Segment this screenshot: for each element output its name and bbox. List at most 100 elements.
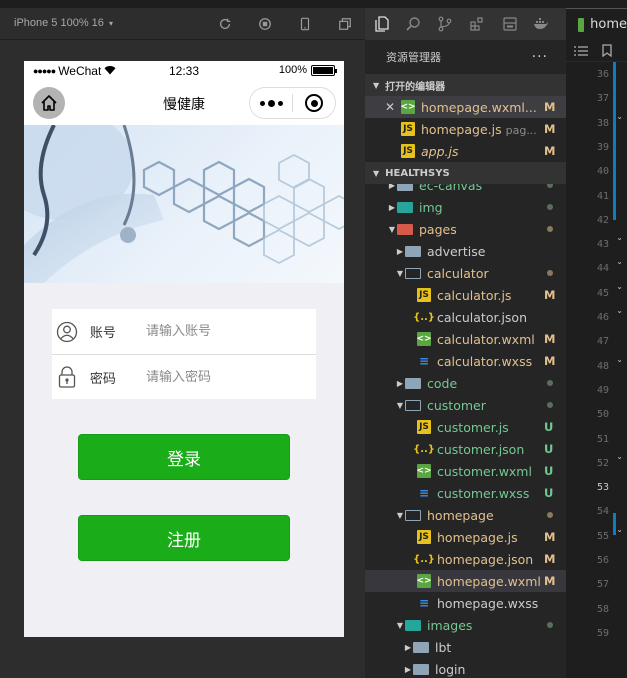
open-editor-item[interactable]: JS homepage.js pag... M [365, 118, 566, 140]
open-editor-name: homepage.wxml... [421, 99, 537, 115]
tree-file[interactable]: JS customer.js U [365, 416, 566, 438]
tree-item-name: customer [427, 397, 486, 413]
line-number: 55 [596, 530, 609, 542]
docker-icon[interactable] [533, 16, 549, 32]
tree-file[interactable]: ≡ homepage.wxss [365, 592, 566, 614]
tree-item-name: customer.wxss [437, 485, 530, 501]
tree-item-name: customer.wxml [437, 463, 532, 479]
fold-chevron-icon[interactable]: ⌄ [616, 112, 623, 121]
js-file-icon: JS [417, 420, 431, 434]
line-number: 49 [596, 384, 609, 396]
tree-file[interactable]: ≡ customer.wxss U [365, 482, 566, 504]
tree-folder[interactable]: ▼ homepage [365, 504, 566, 526]
login-button[interactable]: 登录 [78, 434, 290, 480]
outline-list-icon[interactable] [574, 45, 588, 57]
chevron-right-icon: ▶ [388, 184, 396, 190]
more-menu-button[interactable] [250, 99, 292, 107]
close-icon[interactable]: ✕ [385, 100, 401, 114]
chevron-right-icon: ▶ [388, 202, 396, 212]
json-file-icon: {..} [413, 443, 435, 455]
tree-folder[interactable]: ▶ code [365, 372, 566, 394]
line-number: 52 [596, 457, 609, 469]
extensions-icon[interactable] [469, 16, 485, 32]
fold-chevron-icon[interactable]: ⌄ [616, 282, 623, 291]
line-number: 38 [596, 117, 609, 129]
tree-file[interactable]: ≡ calculator.wxss M [365, 350, 566, 372]
explorer-header: 资源管理器 ··· [365, 40, 566, 74]
pages-folder-icon [397, 223, 413, 235]
phone-icon[interactable] [297, 16, 313, 32]
tree-item-name: img [419, 199, 443, 215]
tree-folder[interactable]: ▼ images [365, 614, 566, 636]
status-bar: ●●●●● WeChat 12:33 100% [24, 61, 344, 81]
tree-file[interactable]: {..} calculator.json [365, 306, 566, 328]
tree-folder[interactable]: ▶ login [365, 658, 566, 678]
status-dot [544, 380, 566, 386]
password-input[interactable] [146, 369, 316, 385]
fold-chevron-icon[interactable]: ⌄ [616, 257, 623, 266]
account-label: 账号 [89, 326, 116, 341]
git-status-badge: U [544, 486, 554, 500]
chevron-down-icon: ▼ [396, 510, 404, 520]
search-icon[interactable] [405, 16, 421, 32]
line-number: 37 [596, 93, 609, 105]
git-status-badge: U [544, 464, 554, 478]
tree-item-name: pages [419, 221, 457, 237]
line-number: 48 [596, 360, 609, 372]
tree-file[interactable]: JS homepage.js M [365, 526, 566, 548]
open-editors-section[interactable]: ▼ 打开的编辑器 [365, 74, 566, 96]
detach-window-icon[interactable] [337, 16, 353, 32]
fold-chevron-icon[interactable]: ⌄ [616, 355, 623, 364]
tree-item-name: homepage.js [437, 529, 518, 545]
wxss-file-icon: ≡ [418, 596, 430, 610]
tree-file[interactable]: <> customer.wxml U [365, 460, 566, 482]
line-number: 42 [596, 214, 609, 226]
status-dot [544, 270, 566, 276]
explorer-files-icon[interactable] [374, 16, 390, 32]
git-status-badge: U [544, 442, 554, 456]
tree-folder[interactable]: ▼ customer [365, 394, 566, 416]
tree-item-name: homepage [427, 507, 494, 523]
register-button[interactable]: 注册 [78, 515, 290, 561]
bookmark-icon[interactable] [602, 44, 612, 57]
fold-chevron-icon[interactable]: ⌄ [616, 525, 623, 534]
tree-folder[interactable]: ▼ calculator [365, 262, 566, 284]
line-number: 46 [596, 312, 609, 323]
tree-folder[interactable]: ▶ lbt [365, 636, 566, 658]
project-section[interactable]: ▼ HEALTHSYS [365, 162, 566, 184]
tree-scroll-clip: ▶ ec-canvas [365, 184, 566, 196]
folder-open-icon [405, 267, 421, 279]
tree-file[interactable]: JS calculator.js M [365, 284, 566, 306]
fold-chevron-icon[interactable]: ⌄ [616, 306, 623, 315]
editor-tab-homepage[interactable]: home [566, 8, 627, 40]
tree-file[interactable]: {..} customer.json U [365, 438, 566, 460]
js-file-icon: JS [417, 530, 431, 544]
tree-folder[interactable]: ▶ advertise [365, 240, 566, 262]
storage-icon[interactable] [502, 16, 518, 32]
tree-file-selected[interactable]: <> homepage.wxml M [365, 570, 566, 592]
close-miniprogram-button[interactable] [293, 94, 335, 112]
open-editors-label: 打开的编辑器 [385, 81, 446, 93]
tree-folder[interactable]: ▶ ec-canvas [365, 184, 566, 196]
tree-folder[interactable]: ▼ pages [365, 218, 566, 240]
account-input[interactable] [146, 324, 316, 339]
git-status-badge: M [544, 552, 556, 566]
tree-item-name: login [435, 661, 466, 677]
status-dot [544, 184, 566, 188]
tree-file[interactable]: {..} homepage.json M [365, 548, 566, 570]
line-number: 47 [596, 336, 609, 348]
open-editor-item[interactable]: ✕ <> homepage.wxml... M [365, 96, 566, 118]
wxml-file-icon [578, 17, 585, 32]
tree-folder[interactable]: ▶ img [365, 196, 566, 218]
tree-file[interactable]: <> calculator.wxml M [365, 328, 566, 350]
source-control-icon[interactable] [437, 16, 453, 32]
line-number: 44 [596, 263, 609, 275]
git-status-badge: M [544, 574, 556, 588]
stop-icon[interactable] [257, 16, 273, 32]
fold-chevron-icon[interactable]: ⌄ [616, 233, 623, 242]
device-selector[interactable]: iPhone 5 100% 16 ▾ [14, 17, 113, 29]
open-editor-item[interactable]: JS app.js M [365, 140, 566, 162]
refresh-icon[interactable] [217, 16, 233, 32]
more-actions-icon[interactable]: ··· [532, 49, 548, 65]
fold-chevron-icon[interactable]: ⌄ [616, 452, 623, 461]
